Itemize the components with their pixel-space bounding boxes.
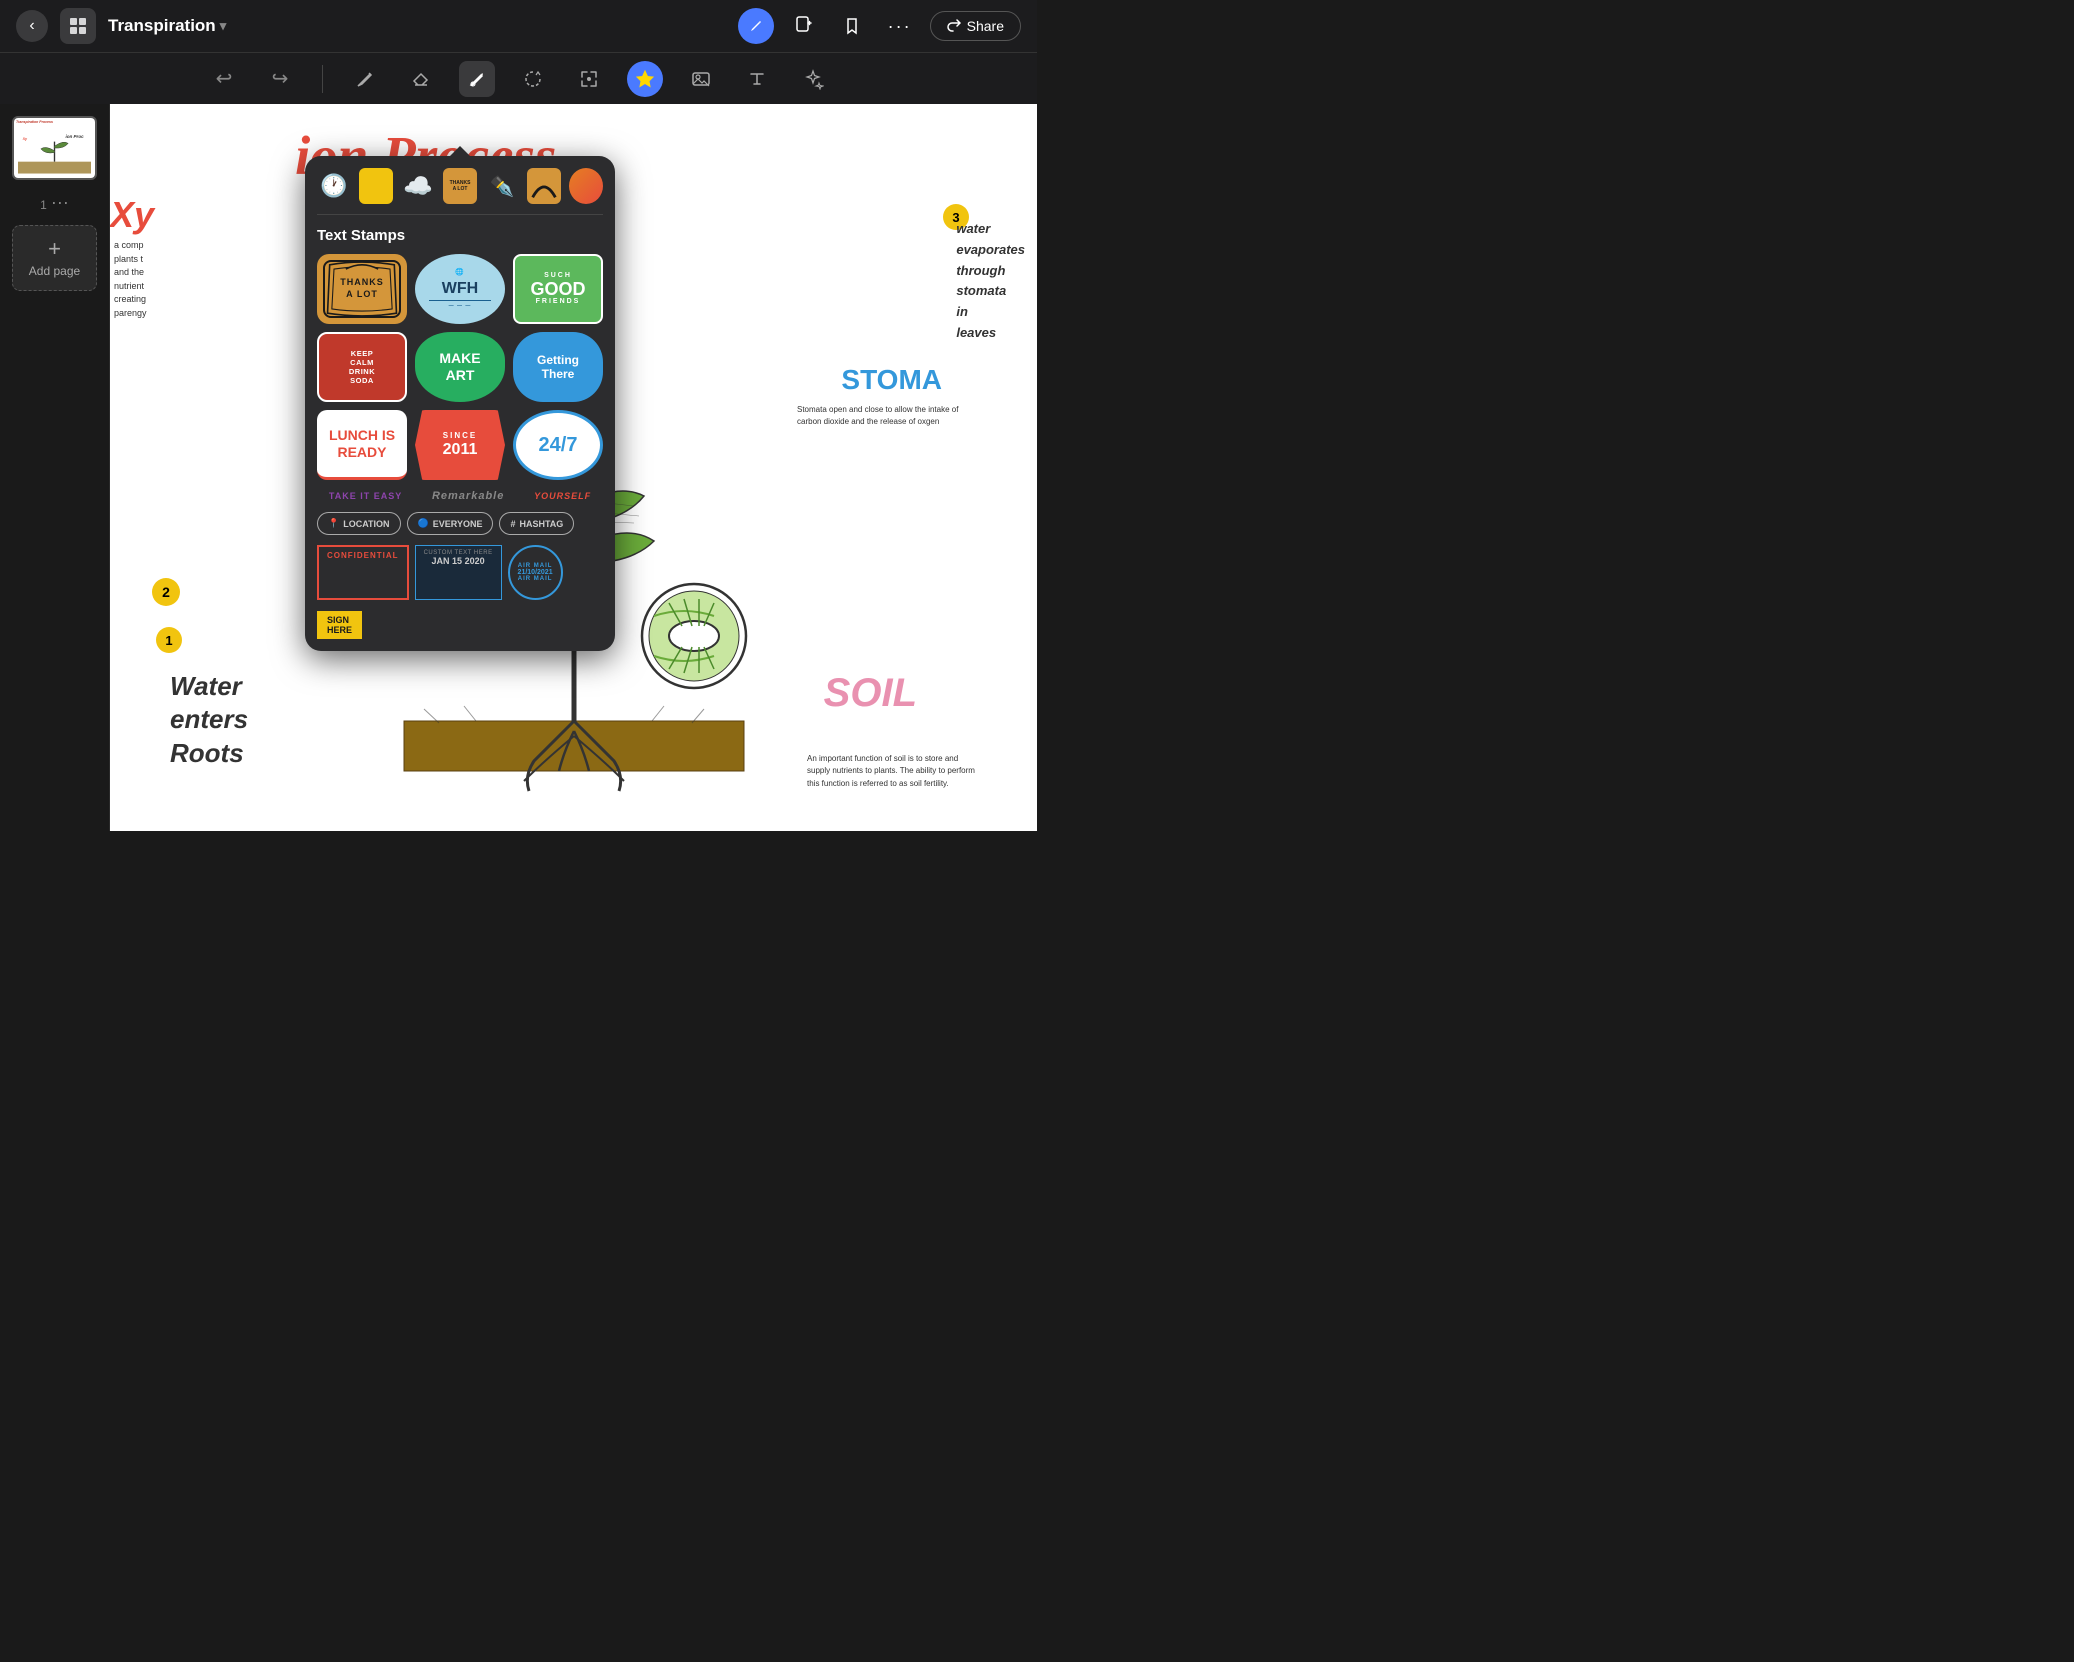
recent-arch-thumb[interactable] [527,168,561,204]
hashtag-icon: # [510,519,515,529]
recent-thanks-thumb[interactable]: THANKSA LOT [443,168,477,204]
page-number: 1 [40,198,47,212]
image-tool-button[interactable] [683,61,719,97]
recent-yellow-thumb[interactable] [359,168,393,204]
top-navbar: ‹ Transpiration ▾ ··· [0,0,1037,52]
eraser-tool-button[interactable] [403,61,439,97]
recent-cloud-icon[interactable]: ☁️ [401,168,435,204]
sticker-thanks-a-lot[interactable]: THANKSA LOT [317,254,407,324]
title-chevron-icon: ▾ [220,18,227,34]
stamp-confidential[interactable]: CONFIDENTIAL [317,545,409,600]
page-number-row: 1 ··· [40,192,69,213]
more-options-button[interactable]: ··· [882,8,918,44]
undo-button[interactable]: ↩ [206,61,242,97]
pencil-tool-button[interactable] [459,61,495,97]
stamp-take-it-easy[interactable]: TAKE IT EASY [329,491,402,501]
page-options-button[interactable]: ··· [51,192,69,213]
pen-tool-nav-button[interactable] [738,8,774,44]
add-page-nav-button[interactable] [786,8,822,44]
sticker-since-2011[interactable]: SINCE 2011 [415,410,505,480]
app-logo [60,8,96,44]
sticker-tool-button[interactable] [627,61,663,97]
recent-orange-thumb[interactable] [569,168,603,204]
stamp-remarkable[interactable]: Remarkable [432,490,504,502]
everyone-label: EVERYONE [433,519,483,529]
add-page-label: Add page [29,264,80,278]
magic-tool-button[interactable] [795,61,831,97]
stamp-hashtag[interactable]: # HASHTAG [499,512,574,535]
soil-label: SOIL [824,671,917,716]
stamp-yourself[interactable]: YOURSELF [534,491,591,501]
sticker-24-7[interactable]: 24/7 [513,410,603,480]
canvas-area[interactable]: ion Process Xy a compplants tand thenutr… [110,104,1037,831]
water-enters-text: WaterentersRoots [170,670,248,771]
xylem-label: Xy [110,194,154,236]
share-button[interactable]: Share [930,11,1021,41]
circle-1: 1 [156,627,182,653]
sticker-category-label: Text Stamps [317,227,603,244]
sticker-good-friends[interactable]: SUCH GOOD FRIENDS [513,254,603,324]
sticker-keep-calm[interactable]: KEEP CALM DRINK SODA [317,332,407,402]
sticker-getting-there[interactable]: GettingThere [513,332,603,402]
page-thumbnail-1[interactable]: Transpiration Process Xy ion Proc [12,116,97,180]
everyone-icon: 🔵 [418,518,429,529]
sticker-popup: 🕐 ☁️ THANKSA LOT ✒️ Text Stamps [305,156,615,651]
sticker-make-art[interactable]: MAKE ART [415,332,505,402]
stamp-airmail[interactable]: AIR MAIL 21/10/2021 AIR MAIL [508,545,563,600]
sticker-recent-row: 🕐 ☁️ THANKSA LOT ✒️ [317,168,603,215]
stamp-location[interactable]: 📍 LOCATION [317,512,401,535]
svg-text:Xy: Xy [22,137,28,141]
document-title[interactable]: Transpiration ▾ [108,16,226,36]
stamp-custom-date[interactable]: CUSTOM TEXT HERE JAN 15 2020 [415,545,502,600]
hashtag-label: HASHTAG [519,519,563,529]
sign-here-row: SIGNHERE [317,610,603,639]
main-area: Transpiration Process Xy ion Proc 1 ··· [0,104,1037,831]
location-icon: 📍 [328,518,339,529]
xylem-description: a compplants tand thenutrientcreatingpar… [114,239,209,320]
special-stamps-row: CONFIDENTIAL CUSTOM TEXT HERE JAN 15 202… [317,545,603,600]
back-icon: ‹ [29,17,34,35]
selection-tool-button[interactable] [571,61,607,97]
share-label: Share [967,18,1004,34]
lasso-tool-button[interactable] [515,61,551,97]
sticker-grid: THANKSA LOT 🌐 WFH — — — SUCH GOOD FRIEND… [317,254,603,480]
sticker-wfh[interactable]: 🌐 WFH — — — [415,254,505,324]
add-page-plus-icon: + [48,238,61,260]
pages-sidebar: Transpiration Process Xy ion Proc 1 ··· [0,104,110,831]
recent-pen-icon[interactable]: ✒️ [485,168,519,204]
text-stamps-row: TAKE IT EASY Remarkable YOURSELF [317,490,603,502]
back-button[interactable]: ‹ [16,10,48,42]
stamp-sign-here[interactable]: SIGNHERE [317,611,362,639]
svg-text:ion Proc: ion Proc [65,134,84,139]
stoma-label: STOMA [841,364,942,396]
drawing-toolbar: ↩ ↪ [0,52,1037,104]
pen-tool-button[interactable] [347,61,383,97]
text-tool-button[interactable] [739,61,775,97]
bookmark-nav-button[interactable] [834,8,870,44]
stoma-description: Stomata open and close to allow the inta… [797,404,982,428]
redo-button[interactable]: ↪ [262,61,298,97]
location-label: LOCATION [343,519,389,529]
sticker-lunch-is-ready[interactable]: LUNCH IS READY [317,410,407,480]
add-page-button[interactable]: + Add page [12,225,97,291]
recent-clock-icon[interactable]: 🕐 [317,168,351,204]
tag-stamps-row: 📍 LOCATION 🔵 EVERYONE # HASHTAG [317,512,603,535]
water-evaporates-text: waterevaporatesthroughstomatainleaves [956,219,1025,344]
circle-2: 2 [152,578,180,606]
stamp-everyone[interactable]: 🔵 EVERYONE [407,512,494,535]
soil-description: An important function of soil is to stor… [807,753,977,791]
